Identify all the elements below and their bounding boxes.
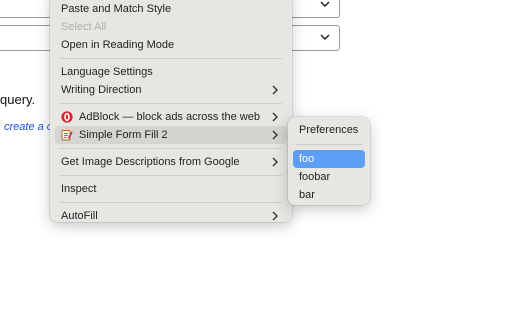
chevron-right-icon [272, 211, 278, 221]
menu-item-writing-direction[interactable]: Writing Direction [55, 81, 287, 99]
menu-item-label: AdBlock — block ads across the web [79, 111, 260, 123]
menu-item-inspect[interactable]: Inspect [55, 180, 287, 198]
menu-item-label: Open in Reading Mode [61, 39, 175, 51]
form-fill-icon [61, 130, 73, 141]
menu-separator [60, 175, 282, 176]
chevron-right-icon [272, 112, 278, 122]
menu-item-label: Inspect [61, 183, 97, 195]
menu-item-adblock[interactable]: AdBlock — block ads across the web [55, 108, 287, 126]
menu-item-select-all: Select All [55, 18, 287, 36]
submenu-item-foo[interactable]: foo [293, 150, 365, 168]
context-menu: Paste and Match Style Select All Open in… [50, 0, 292, 222]
submenu-item-preferences[interactable]: Preferences [293, 121, 365, 139]
menu-separator [60, 148, 282, 149]
submenu-item-label: Preferences [299, 124, 359, 136]
menu-separator [60, 103, 282, 104]
chevron-down-icon [319, 0, 331, 10]
menu-item-label: Writing Direction [61, 84, 142, 96]
chevron-right-icon [272, 85, 278, 95]
page-link-fragment[interactable]: create a c [4, 121, 50, 133]
menu-separator [60, 202, 282, 203]
menu-item-simple-form-fill[interactable]: Simple Form Fill 2 [55, 126, 287, 144]
menu-item-reading-mode[interactable]: Open in Reading Mode [55, 36, 287, 54]
page-text-fragment: query. [0, 92, 36, 107]
chevron-down-icon [319, 31, 331, 43]
adblock-icon [61, 111, 73, 123]
menu-item-label: AutoFill [61, 210, 98, 222]
menu-item-paste-match-style[interactable]: Paste and Match Style [55, 0, 287, 18]
menu-item-image-descriptions[interactable]: Get Image Descriptions from Google [55, 153, 287, 171]
form-fill-submenu: Preferences foo foobar bar [288, 117, 370, 205]
chevron-right-icon [272, 157, 278, 167]
submenu-item-foobar[interactable]: foobar [293, 168, 365, 186]
submenu-item-label: foobar [299, 171, 331, 183]
menu-item-language-settings[interactable]: Language Settings [55, 63, 287, 81]
menu-item-label: Simple Form Fill 2 [79, 129, 168, 141]
menu-item-label: Language Settings [61, 66, 153, 78]
chevron-right-icon [272, 130, 278, 140]
menu-separator [60, 58, 282, 59]
submenu-item-label: foo [299, 153, 315, 165]
submenu-item-label: bar [299, 189, 315, 201]
menu-item-autofill[interactable]: AutoFill [55, 207, 287, 225]
menu-item-label: Select All [61, 21, 107, 33]
menu-item-label: Paste and Match Style [61, 3, 172, 15]
submenu-item-bar[interactable]: bar [293, 186, 365, 204]
menu-separator [296, 144, 362, 145]
menu-item-label: Get Image Descriptions from Google [61, 156, 240, 168]
